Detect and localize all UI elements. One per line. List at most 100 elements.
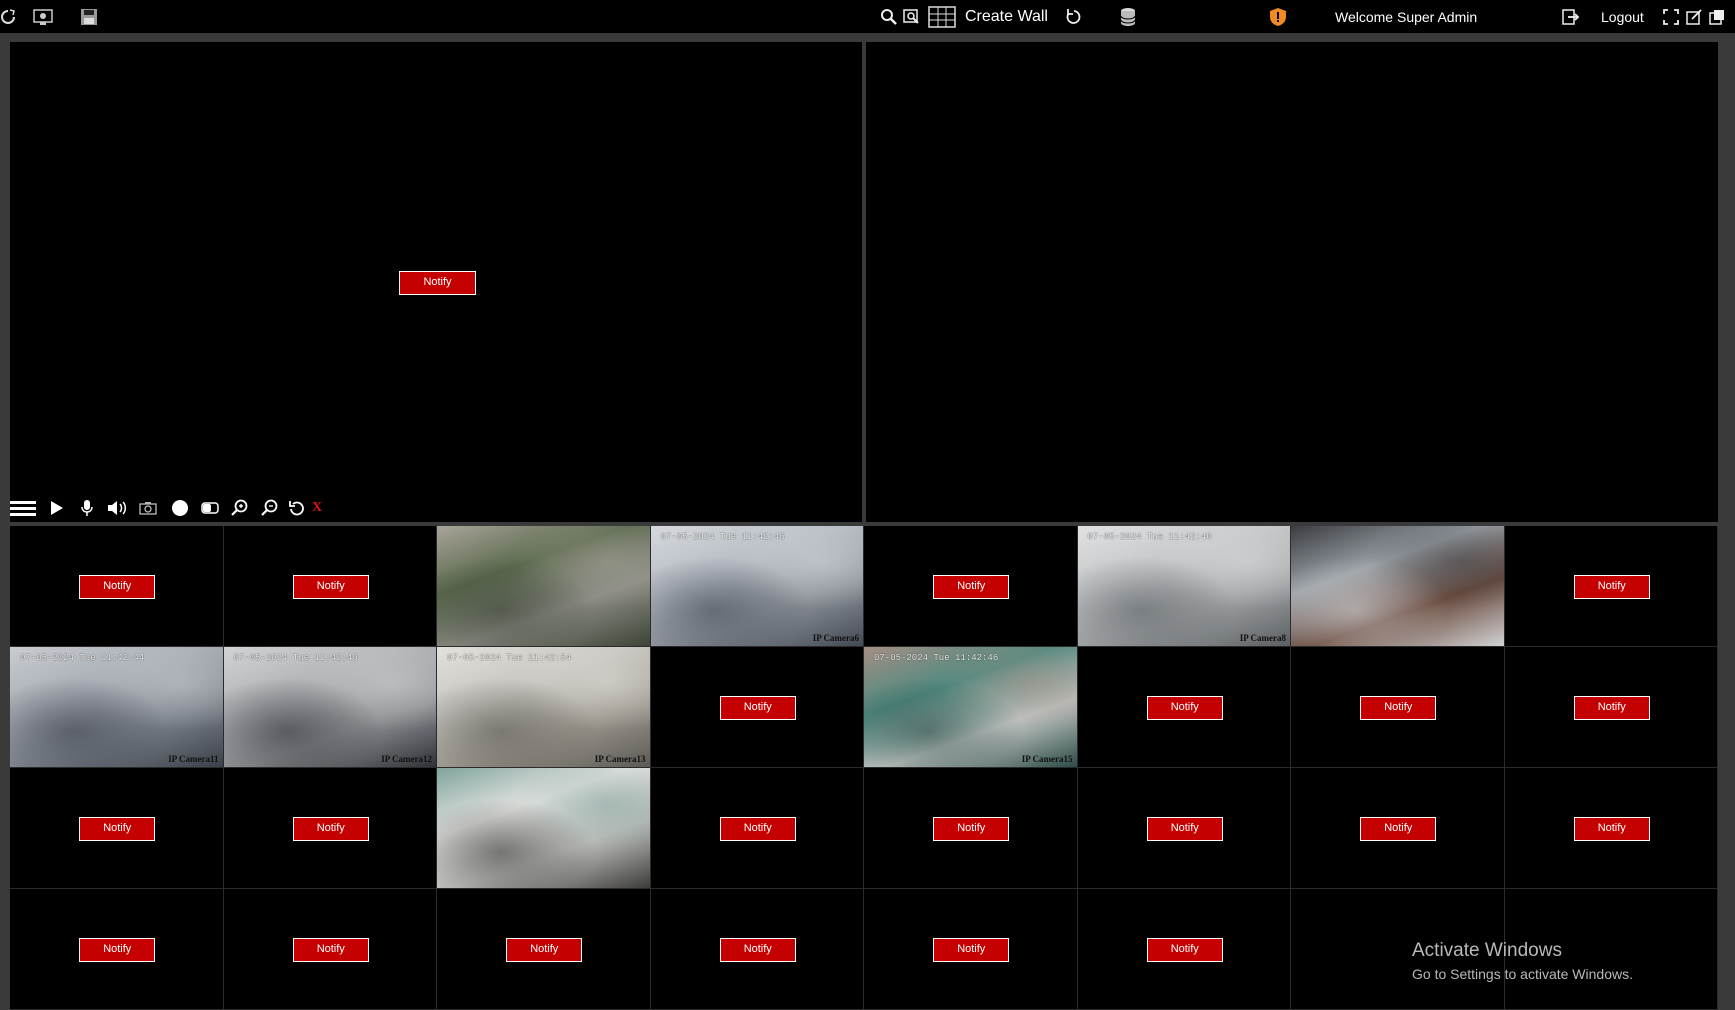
camera-tile[interactable]: 07-05-2024 Tue 11:42:46 IP Camera6: [650, 526, 864, 647]
camera-feed[interactable]: 07-05-2024 Tue 11:42:46 IP Camera6: [650, 526, 863, 646]
volume-icon[interactable]: [106, 497, 128, 519]
main-view: Notify X: [10, 42, 1718, 522]
camera-tile[interactable]: [437, 768, 651, 889]
search-settings-icon[interactable]: [903, 0, 921, 33]
camera-tile[interactable]: Notify: [650, 768, 864, 889]
record-icon[interactable]: [170, 497, 190, 519]
camera-tile[interactable]: Notify: [864, 526, 1078, 647]
camera-feed[interactable]: 07-05-2024 Tue 11:42:49 IP Camera12: [223, 647, 436, 767]
camera-tile[interactable]: 07-05-2024 Tue 11:42:46 IP Camera15: [864, 647, 1078, 768]
camera-tile[interactable]: Notify: [864, 768, 1078, 889]
welcome-text: Welcome Super Admin: [1335, 8, 1478, 25]
camera-tile[interactable]: 07-05-2024 Tue 11:42:54 IP Camera13: [437, 647, 651, 768]
camera-tile[interactable]: 07-05-2024 Tue 11:42:44 IP Camera11: [10, 647, 224, 768]
refresh-icon[interactable]: [0, 0, 16, 33]
microphone-icon[interactable]: [78, 497, 96, 519]
camera-tile[interactable]: Notify: [1504, 647, 1718, 768]
new-window-icon[interactable]: [1709, 0, 1725, 33]
camera-feed[interactable]: [437, 768, 650, 888]
database-icon[interactable]: [1120, 0, 1136, 33]
notify-button[interactable]: Notify: [1146, 938, 1223, 962]
camera-name: IP Camera6: [812, 633, 859, 643]
main-video-pane-left[interactable]: Notify X: [10, 42, 862, 522]
notify-button[interactable]: Notify: [399, 271, 476, 295]
camera-name: IP Camera11: [168, 754, 219, 764]
camera-tile[interactable]: Notify: [1077, 889, 1291, 1010]
camera-tile[interactable]: 07-05-2024 Tue 11:42:49 IP Camera12: [223, 647, 437, 768]
camera-tile[interactable]: Notify: [10, 526, 224, 647]
popout-icon[interactable]: [1686, 0, 1702, 33]
camera-feed[interactable]: [1291, 526, 1504, 646]
camera-tile[interactable]: Notify: [437, 889, 651, 1010]
camera-feed[interactable]: 07-05-2024 Tue 11:42:46 IP Camera15: [864, 647, 1077, 767]
camera-tile[interactable]: [1291, 526, 1505, 647]
camera-tile[interactable]: Notify: [1504, 768, 1718, 889]
reset-icon[interactable]: [288, 497, 306, 519]
close-icon[interactable]: X: [310, 497, 324, 519]
notify-button[interactable]: Notify: [1573, 696, 1650, 720]
camera-timestamp: 07-05-2024 Tue 11:42:46: [874, 653, 999, 663]
camera-tile[interactable]: Notify: [1291, 768, 1505, 889]
notify-button[interactable]: Notify: [292, 817, 369, 841]
camera-tile[interactable]: Notify: [10, 768, 224, 889]
save-icon[interactable]: [80, 0, 98, 33]
camera-tile[interactable]: [437, 526, 651, 647]
notify-button[interactable]: Notify: [292, 938, 369, 962]
logout-icon[interactable]: [1562, 0, 1580, 33]
notify-button[interactable]: Notify: [719, 817, 796, 841]
notify-button[interactable]: Notify: [719, 696, 796, 720]
notify-button[interactable]: Notify: [1573, 575, 1650, 599]
notify-button[interactable]: Notify: [79, 817, 156, 841]
search-icon[interactable]: [880, 0, 898, 33]
notify-button[interactable]: Notify: [1360, 817, 1437, 841]
logout-label: Logout: [1601, 8, 1644, 25]
play-icon[interactable]: [48, 497, 66, 519]
camera-tile[interactable]: Notify: [1077, 768, 1291, 889]
zoom-out-icon[interactable]: [260, 497, 280, 519]
toggle-icon[interactable]: [200, 497, 220, 519]
notify-button[interactable]: Notify: [933, 575, 1010, 599]
notify-button[interactable]: Notify: [79, 575, 156, 599]
notify-button[interactable]: Notify: [1360, 696, 1437, 720]
camera-tile[interactable]: Notify: [1291, 647, 1505, 768]
main-video-pane-right[interactable]: [866, 42, 1718, 522]
camera-feed[interactable]: 07-05-2024 Tue 11:42:44 IP Camera11: [10, 647, 223, 767]
camera-settings-icon[interactable]: [33, 0, 53, 33]
notify-button[interactable]: Notify: [79, 938, 156, 962]
camera-tile[interactable]: Notify: [650, 889, 864, 1010]
fullscreen-icon[interactable]: [1663, 0, 1679, 33]
logout-button[interactable]: Logout: [1601, 0, 1644, 33]
camera-tile[interactable]: Notify: [864, 889, 1078, 1010]
notify-button[interactable]: Notify: [1146, 696, 1223, 720]
camera-feed[interactable]: 07-05-2024 Tue 11:42:40 IP Camera8: [1077, 526, 1290, 646]
notify-button[interactable]: Notify: [1146, 817, 1223, 841]
watermark-subtitle: Go to Settings to activate Windows.: [1412, 966, 1633, 982]
camera-name: IP Camera12: [381, 754, 432, 764]
shield-alert-icon[interactable]: [1269, 0, 1287, 33]
menu-icon[interactable]: [10, 497, 36, 519]
camera-tile[interactable]: Notify: [223, 526, 437, 647]
activate-windows-watermark: Activate Windows Go to Settings to activ…: [1412, 940, 1633, 982]
camera-tile[interactable]: Notify: [223, 889, 437, 1010]
camera-feed[interactable]: 07-05-2024 Tue 11:42:54 IP Camera13: [437, 647, 650, 767]
notify-button[interactable]: Notify: [933, 817, 1010, 841]
create-wall-button[interactable]: Create Wall: [965, 0, 1048, 33]
notify-button[interactable]: Notify: [719, 938, 796, 962]
notify-button[interactable]: Notify: [933, 938, 1010, 962]
camera-tile[interactable]: 07-05-2024 Tue 11:42:40 IP Camera8: [1077, 526, 1291, 647]
notify-button[interactable]: Notify: [506, 938, 583, 962]
camera-tile[interactable]: Notify: [223, 768, 437, 889]
zoom-in-icon[interactable]: [230, 497, 250, 519]
watermark-title: Activate Windows: [1412, 940, 1562, 961]
notify-button[interactable]: Notify: [1573, 817, 1650, 841]
rotate-icon[interactable]: [1065, 0, 1083, 33]
camera-tile[interactable]: Notify: [650, 647, 864, 768]
camera-tile[interactable]: Notify: [1504, 526, 1718, 647]
camera-timestamp: 07-05-2024 Tue 11:42:40: [1087, 532, 1212, 542]
camera-feed[interactable]: [437, 526, 650, 646]
notify-button[interactable]: Notify: [292, 575, 369, 599]
grid-layout-icon[interactable]: [928, 0, 956, 33]
snapshot-icon[interactable]: [138, 497, 158, 519]
camera-tile[interactable]: Notify: [1077, 647, 1291, 768]
camera-tile[interactable]: Notify: [10, 889, 224, 1010]
